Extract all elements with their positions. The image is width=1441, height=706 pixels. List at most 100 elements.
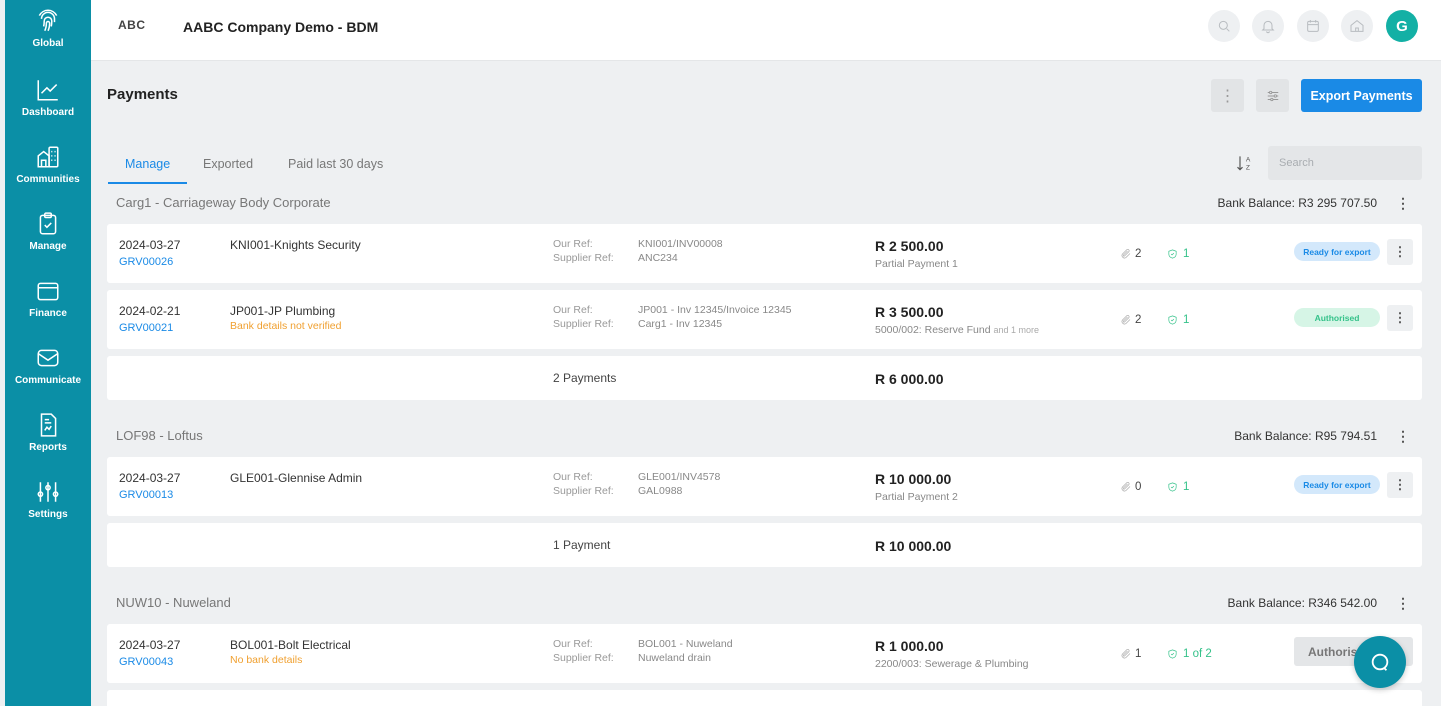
tab-manage[interactable]: Manage	[125, 157, 170, 171]
fingerprint-icon	[38, 9, 58, 32]
group-menu-button[interactable]: ⋮	[1396, 595, 1410, 612]
attachments-count[interactable]: 0	[1120, 481, 1141, 493]
bank-balance: Bank Balance: R95 794.51	[1234, 429, 1377, 443]
home-button[interactable]	[1341, 10, 1373, 42]
supplier-ref-label: Supplier Ref:	[553, 318, 614, 330]
more-allocations-link[interactable]: and 1 more	[994, 325, 1040, 335]
notifications-button[interactable]	[1252, 10, 1284, 42]
payment-date: 2024-02-21	[119, 304, 181, 318]
payments-count: 1 Payment	[553, 538, 611, 552]
sidebar-item-label: Communicate	[14, 375, 82, 386]
avatar[interactable]: G	[1386, 10, 1418, 42]
grv-link[interactable]: GRV00043	[119, 656, 173, 668]
report-icon	[40, 413, 57, 437]
search-input[interactable]	[1268, 146, 1422, 180]
payment-row[interactable]: 2024-02-21 GRV00021 JP001-JP Plumbing Ba…	[107, 290, 1422, 349]
sidebar-item-label: Settings	[28, 509, 68, 520]
search-button[interactable]	[1208, 10, 1240, 42]
approvals-count[interactable]: 1	[1167, 481, 1189, 493]
grv-link[interactable]: GRV00013	[119, 489, 173, 501]
group-title: Carg1 - Carriageway Body Corporate	[116, 195, 331, 210]
approvals-count[interactable]: 1	[1167, 314, 1189, 326]
payments-total: R 6 000.00	[875, 371, 944, 387]
group-menu-button[interactable]: ⋮	[1396, 428, 1410, 445]
filter-button[interactable]	[1256, 79, 1289, 112]
bell-icon	[1261, 20, 1275, 34]
status-badge: Ready for export	[1294, 475, 1380, 494]
supplier-ref-label: Supplier Ref:	[553, 252, 614, 264]
supplier-ref-value: Carg1 - Inv 12345	[638, 318, 723, 330]
wallet-icon	[37, 282, 59, 301]
supplier-ref-value: GAL0988	[638, 485, 683, 497]
sidebar-item-settings[interactable]: Settings	[5, 479, 91, 520]
sliders-icon	[37, 482, 59, 502]
sidebar-item-communities[interactable]: Communities	[5, 144, 91, 185]
payment-row[interactable]: 2024-03-27 GRV00043 BOL001-Bolt Electric…	[107, 624, 1422, 683]
supplier-ref-label: Supplier Ref:	[553, 652, 614, 664]
mail-icon	[37, 349, 59, 367]
attachments-count[interactable]: 2	[1120, 314, 1141, 326]
payments-total: R 10 000.00	[875, 538, 952, 554]
sidebar-item-finance[interactable]: Finance	[5, 278, 91, 319]
our-ref-label: Our Ref:	[553, 638, 593, 650]
filter-sliders-icon	[1267, 90, 1278, 101]
grv-link[interactable]: GRV00026	[119, 256, 173, 268]
company-name: AABC Company Demo - BDM	[183, 19, 379, 35]
shield-check-icon	[1168, 249, 1177, 259]
support-chat-button[interactable]	[1354, 636, 1406, 688]
bank-balance: Bank Balance: R346 542.00	[1227, 596, 1377, 610]
payment-amount: R 2 500.00	[875, 238, 944, 254]
building-icon	[37, 146, 59, 168]
attachments-count[interactable]: 1	[1120, 648, 1141, 660]
company-logo[interactable]: ABC	[118, 18, 146, 32]
payment-amount: R 1 000.00	[875, 638, 944, 654]
group-title: LOF98 - Loftus	[116, 428, 203, 443]
supplier-name: BOL001-Bolt Electrical	[230, 638, 351, 652]
more-options-button[interactable]: ⋮	[1211, 79, 1244, 112]
our-ref-label: Our Ref:	[553, 471, 593, 483]
payment-amount: R 10 000.00	[875, 471, 952, 487]
payment-row[interactable]: 2024-03-27 GRV00026 KNI001-Knights Secur…	[107, 224, 1422, 283]
sidebar-item-communicate[interactable]: Communicate	[5, 345, 91, 386]
group-summary-row: 2 Payments R 6 000.00	[107, 356, 1422, 400]
sidebar-item-global[interactable]: Global	[5, 8, 91, 49]
page-title: Payments	[107, 86, 178, 103]
export-payments-button[interactable]: Export Payments	[1301, 79, 1422, 112]
our-ref-value: JP001 - Inv 12345/Invoice 12345	[638, 304, 792, 316]
sort-az-icon[interactable]: A Z	[1235, 153, 1255, 173]
sidebar-item-reports[interactable]: Reports	[5, 412, 91, 453]
status-badge: Ready for export	[1294, 242, 1380, 261]
our-ref-label: Our Ref:	[553, 304, 593, 316]
payments-count: 2 Payments	[553, 371, 617, 385]
shield-check-icon	[1168, 649, 1177, 659]
top-bar: ABC AABC Company Demo - BDM G	[91, 0, 1441, 61]
group-menu-button[interactable]: ⋮	[1396, 195, 1410, 212]
tab-paid-last-30-days[interactable]: Paid last 30 days	[288, 157, 383, 171]
paperclip-icon	[1121, 315, 1131, 325]
approvals-count[interactable]: 1	[1167, 248, 1189, 260]
sidebar-item-label: Manage	[29, 241, 67, 252]
grv-link[interactable]: GRV00021	[119, 322, 173, 334]
payment-row[interactable]	[107, 690, 1422, 706]
row-menu-button[interactable]: ⋮	[1387, 305, 1413, 331]
payment-note: Partial Payment 2	[875, 491, 958, 503]
sidebar-item-label: Dashboard	[21, 107, 75, 118]
attachments-count[interactable]: 2	[1120, 248, 1141, 260]
our-ref-value: BOL001 - Nuweland	[638, 638, 733, 650]
supplier-ref-value: ANC234	[638, 252, 678, 264]
sidebar-item-manage[interactable]: Manage	[5, 211, 91, 252]
sidebar-item-dashboard[interactable]: Dashboard	[5, 77, 91, 118]
row-menu-button[interactable]: ⋮	[1387, 472, 1413, 498]
payment-row[interactable]: 2024-03-27 GRV00013 GLE001-Glennise Admi…	[107, 457, 1422, 516]
kebab-icon: ⋮	[1219, 87, 1236, 105]
calendar-button[interactable]	[1297, 10, 1329, 42]
row-menu-button[interactable]: ⋮	[1387, 239, 1413, 265]
tab-exported[interactable]: Exported	[203, 157, 253, 171]
payment-date: 2024-03-27	[119, 638, 181, 652]
approvals-count[interactable]: 1 of 2	[1167, 648, 1212, 660]
our-ref-value: GLE001/INV4578	[638, 471, 721, 483]
payment-note: Partial Payment 1	[875, 258, 958, 270]
group-summary-row: 1 Payment R 10 000.00	[107, 523, 1422, 567]
our-ref-value: KNI001/INV00008	[638, 238, 723, 250]
supplier-ref-value: Nuweland drain	[638, 652, 711, 664]
